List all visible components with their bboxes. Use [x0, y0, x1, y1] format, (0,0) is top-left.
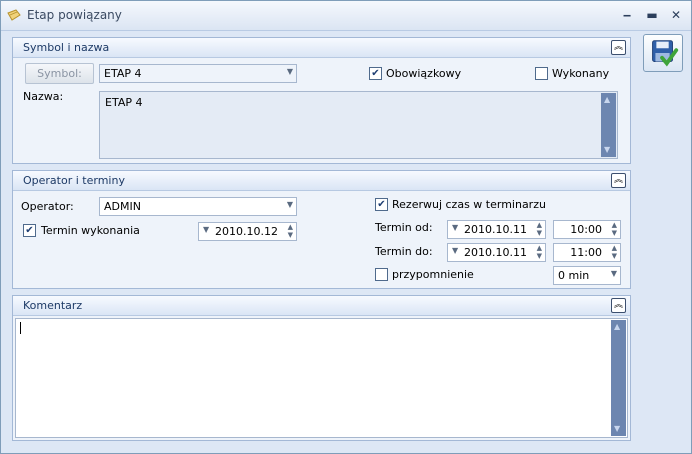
- operator-label: Operator:: [21, 200, 74, 213]
- termin-do-date[interactable]: ▼ 2010.10.11 ▲ ▼: [447, 243, 546, 262]
- chevron-down-icon[interactable]: ▼: [203, 225, 209, 234]
- termin-wykonania-date[interactable]: ▼ 2010.10.12 ▲ ▼: [198, 222, 297, 241]
- spin-down-icon[interactable]: ▼: [288, 231, 293, 239]
- obowiazkowy-label: Obowiązkowy: [386, 67, 462, 80]
- symbol-combo[interactable]: ETAP 4 ▼: [99, 64, 297, 83]
- scroll-down-icon[interactable]: ▼: [614, 424, 620, 433]
- termin-od-date-value: 2010.10.11: [464, 223, 527, 236]
- termin-od-label: Termin od:: [375, 221, 433, 234]
- scroll-down-icon[interactable]: ▼: [604, 145, 610, 154]
- panel-header: Komentarz ︽: [13, 296, 630, 316]
- nazwa-label: Nazwa:: [23, 90, 64, 103]
- dialog-window: Etap powiązany ‒ ▬ ✕ Symbol i nazwa ︽ Sy…: [0, 0, 692, 454]
- spin-up-icon[interactable]: ▲: [537, 221, 542, 229]
- spin-down-icon[interactable]: ▼: [612, 252, 617, 260]
- termin-wykonania-checkbox[interactable]: ✔: [23, 224, 36, 237]
- przypomnienie-combo[interactable]: 0 min ▼: [553, 266, 621, 285]
- spin-down-icon[interactable]: ▼: [537, 229, 542, 237]
- collapse-icon[interactable]: ︽: [611, 298, 626, 313]
- termin-do-time-value: 11:00: [570, 246, 602, 259]
- komentarz-textarea[interactable]: ▲ ▼: [15, 318, 628, 438]
- termin-do-date-value: 2010.10.11: [464, 246, 527, 259]
- termin-od-date[interactable]: ▼ 2010.10.11 ▲ ▼: [447, 220, 546, 239]
- scroll-up-icon[interactable]: ▲: [604, 95, 610, 104]
- termin-od-time[interactable]: 10:00 ▲ ▼: [553, 220, 621, 239]
- termin-wykonania-value: 2010.10.12: [215, 225, 278, 238]
- note-icon: [7, 9, 21, 21]
- nazwa-textarea[interactable]: ETAP 4 ▲ ▼: [99, 91, 618, 159]
- spin-up-icon[interactable]: ▲: [612, 244, 617, 252]
- przypomnienie-value: 0 min: [558, 269, 590, 282]
- chevron-down-icon[interactable]: ▼: [611, 269, 617, 278]
- operator-value: ADMIN: [104, 200, 141, 213]
- wykonany-label: Wykonany: [552, 67, 610, 80]
- text-cursor: [20, 322, 21, 334]
- termin-do-label: Termin do:: [375, 245, 433, 258]
- nazwa-scrollbar[interactable]: ▲ ▼: [601, 93, 616, 157]
- symbol-button[interactable]: Symbol:: [25, 63, 94, 84]
- panel-header: Symbol i nazwa ︽: [13, 38, 630, 58]
- save-icon: [652, 40, 679, 67]
- panel-komentarz: Komentarz ︽ ▲ ▼: [12, 295, 631, 441]
- chevron-down-icon[interactable]: ▼: [452, 223, 458, 232]
- termin-do-time[interactable]: 11:00 ▲ ▼: [553, 243, 621, 262]
- minimize-icon[interactable]: ‒: [617, 6, 637, 24]
- nazwa-value: ETAP 4: [105, 96, 143, 109]
- panel-operator-terminy: Operator i terminy ︽ Operator: ADMIN ▼ ✔…: [12, 170, 631, 289]
- window-title: Etap powiązany: [27, 8, 122, 22]
- spin-down-icon[interactable]: ▼: [612, 229, 617, 237]
- panel-title: Operator i terminy: [23, 174, 125, 187]
- spin-up-icon[interactable]: ▲: [537, 244, 542, 252]
- collapse-icon[interactable]: ︽: [611, 173, 626, 188]
- panel-title: Komentarz: [23, 299, 83, 312]
- obowiazkowy-checkbox[interactable]: ✔: [369, 67, 382, 80]
- collapse-icon[interactable]: ︽: [611, 40, 626, 55]
- spin-up-icon[interactable]: ▲: [288, 223, 293, 231]
- panel-header: Operator i terminy ︽: [13, 171, 630, 191]
- scroll-up-icon[interactable]: ▲: [614, 322, 620, 331]
- spin-down-icon[interactable]: ▼: [537, 252, 542, 260]
- panel-symbol-nazwa: Symbol i nazwa ︽ Symbol: ETAP 4 ▼ ✔ Obow…: [12, 37, 631, 164]
- operator-combo[interactable]: ADMIN ▼: [99, 197, 297, 216]
- termin-wykonania-label: Termin wykonania: [41, 224, 140, 237]
- chevron-down-icon[interactable]: ▼: [287, 200, 293, 209]
- close-icon[interactable]: ✕: [666, 6, 686, 24]
- chevron-down-icon[interactable]: ▼: [452, 246, 458, 255]
- chevron-down-icon[interactable]: ▼: [287, 67, 293, 76]
- komentarz-scrollbar[interactable]: ▲ ▼: [611, 320, 626, 436]
- wykonany-checkbox[interactable]: [535, 67, 548, 80]
- symbol-value: ETAP 4: [104, 67, 142, 80]
- rezerwuj-label: Rezerwuj czas w terminarzu: [392, 198, 546, 211]
- termin-od-time-value: 10:00: [570, 223, 602, 236]
- przypomnienie-label: przypomnienie: [392, 268, 474, 281]
- przypomnienie-checkbox[interactable]: [375, 268, 388, 281]
- title-bar[interactable]: Etap powiązany ‒ ▬ ✕: [1, 1, 691, 31]
- save-button[interactable]: [643, 34, 683, 72]
- maximize-icon[interactable]: ▬: [642, 6, 662, 24]
- panel-title: Symbol i nazwa: [23, 41, 110, 54]
- rezerwuj-checkbox[interactable]: ✔: [375, 198, 388, 211]
- spin-up-icon[interactable]: ▲: [612, 221, 617, 229]
